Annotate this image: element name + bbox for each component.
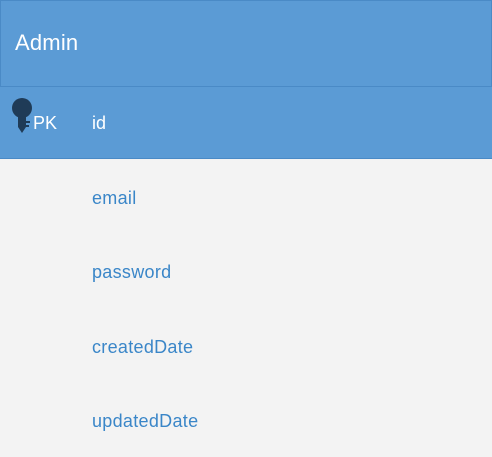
field-email: email xyxy=(92,188,137,208)
entity-title: Admin xyxy=(15,30,79,55)
pk-marker: PK xyxy=(33,113,58,133)
field-id: id xyxy=(92,113,107,133)
field-created-date: createdDate xyxy=(92,337,194,357)
primary-key-row[interactable]: PK id xyxy=(0,87,492,159)
entity-admin[interactable]: Admin PK id email password createdDate u… xyxy=(0,0,492,457)
field-password: password xyxy=(92,262,172,282)
field-updated-date: updatedDate xyxy=(92,411,199,431)
entity-header: Admin xyxy=(0,0,492,87)
